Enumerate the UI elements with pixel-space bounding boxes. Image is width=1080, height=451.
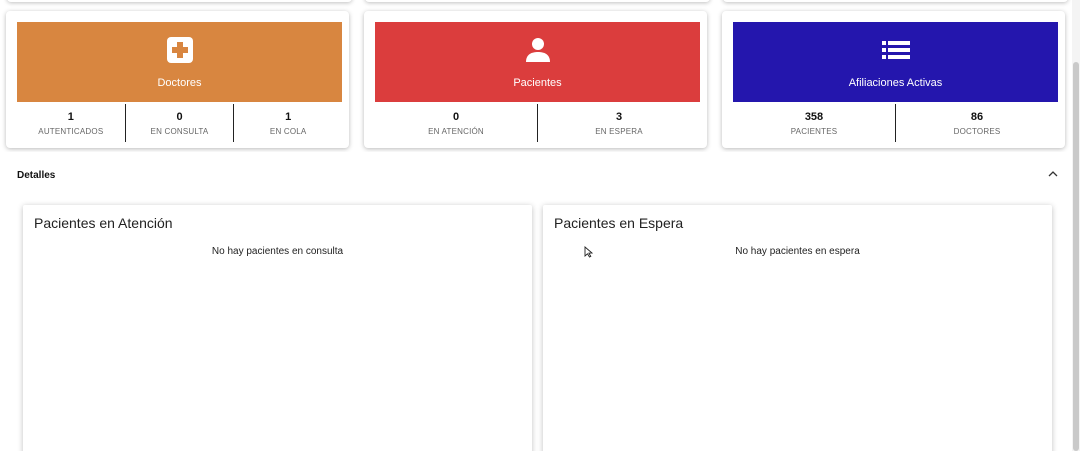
scrollbar-thumb[interactable] [1073,62,1079,451]
doctors-card-header[interactable]: Doctores [17,22,342,102]
stat-in-queue: 1 EN COLA [233,104,342,142]
empty-message: No hay pacientes en espera [735,246,860,257]
details-title: Detalles [17,170,56,181]
stat-label: PACIENTES [790,126,838,136]
stat-value: 1 [67,110,74,123]
stat-doctors: 86 DOCTORES [895,104,1058,142]
patients-card-title: Pacientes [513,77,562,89]
stat-value: 0 [176,110,183,123]
stat-authenticated: 1 AUTENTICADOS [17,104,125,142]
patients-card-header[interactable]: Pacientes [375,22,700,102]
doctors-card-title: Doctores [157,77,202,89]
panel-title: Pacientes en Atención [34,215,173,231]
patients-card[interactable]: Pacientes 0 EN ATENCIÓN 3 EN ESPERA [364,11,707,148]
patients-stats: 0 EN ATENCIÓN 3 EN ESPERA [375,104,700,142]
stat-patients: 358 PACIENTES [733,104,895,142]
vertical-scrollbar[interactable] [1072,0,1080,451]
patients-in-attention-panel: Pacientes en Atención No hay pacientes e… [23,205,532,451]
stat-label: EN ATENCIÓN [428,126,484,136]
empty-message: No hay pacientes en consulta [211,246,344,257]
stat-value: 0 [452,110,460,123]
stat-label: AUTENTICADOS [38,126,104,136]
card-stub-1 [7,0,352,2]
chevron-up-icon[interactable] [1046,167,1060,181]
stat-label: EN CONSULTA [150,126,209,136]
card-stub-2 [365,0,710,2]
stat-waiting: 3 EN ESPERA [537,104,700,142]
affiliations-card[interactable]: Afiliaciones Activas 358 PACIENTES 86 DO… [722,11,1065,148]
affiliations-card-header[interactable]: Afiliaciones Activas [733,22,1058,102]
patients-waiting-panel: Pacientes en Espera No hay pacientes en … [543,205,1052,451]
stat-value: 358 [804,110,824,123]
doctors-stats: 1 AUTENTICADOS 0 EN CONSULTA 1 EN COLA [17,104,342,142]
stat-label: EN COLA [269,126,307,136]
card-stub-3 [723,0,1068,2]
stat-in-consultation: 0 EN CONSULTA [124,104,234,142]
stat-label: DOCTORES [953,126,1001,136]
doctors-card[interactable]: Doctores 1 AUTENTICADOS 0 EN CONSULTA 1 … [6,11,349,148]
affiliations-card-title: Afiliaciones Activas [848,77,943,89]
mouse-cursor-icon [584,245,594,258]
affiliations-stats: 358 PACIENTES 86 DOCTORES [733,104,1058,142]
medical-plus-icon [165,35,195,65]
details-section-header[interactable]: Detalles [0,152,1072,200]
panel-title: Pacientes en Espera [554,215,684,231]
stat-in-attention: 0 EN ATENCIÓN [375,104,537,142]
stat-label: EN ESPERA [595,126,643,136]
stat-value: 86 [970,110,984,123]
stat-value: 3 [615,110,623,123]
stat-value: 1 [285,110,292,123]
person-icon [523,35,553,65]
list-icon [881,35,911,65]
